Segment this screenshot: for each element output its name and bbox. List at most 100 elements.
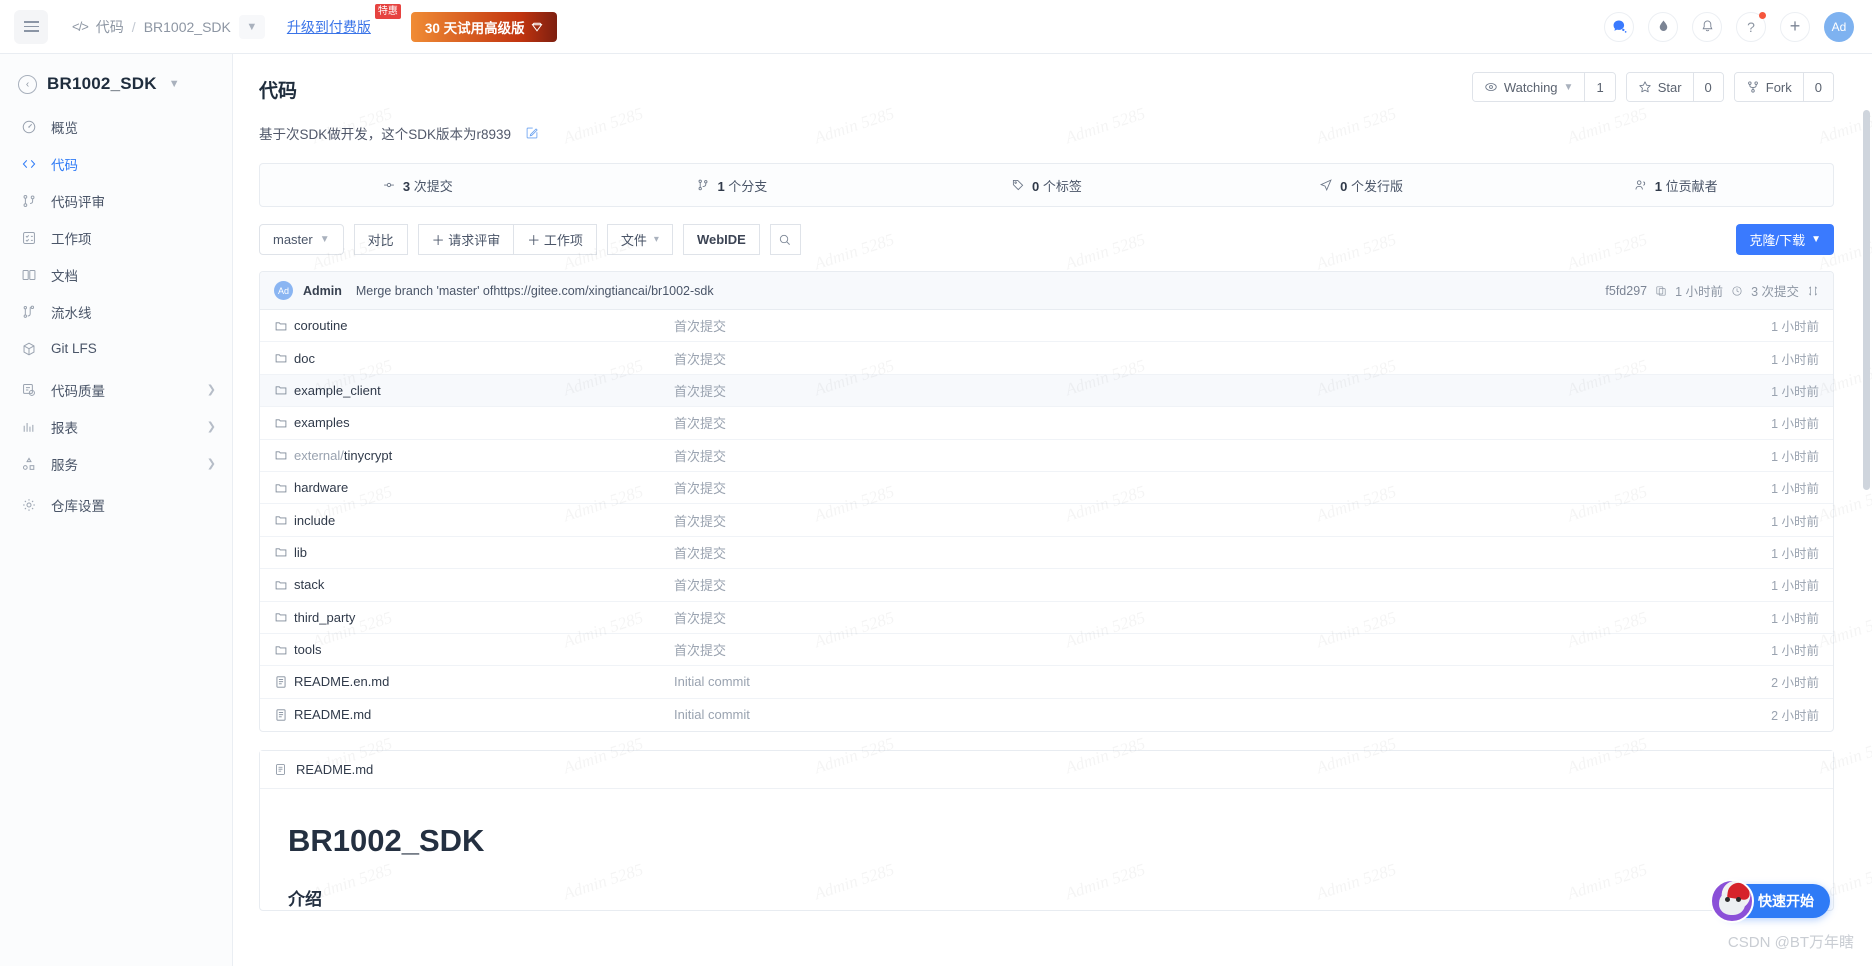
file-name[interactable]: hardware xyxy=(294,480,674,495)
file-name[interactable]: external/tinycrypt xyxy=(294,448,674,463)
commit-author[interactable]: Admin xyxy=(303,284,342,298)
commit-message[interactable]: Merge branch 'master' ofhttps://gitee.co… xyxy=(356,284,714,298)
chevron-right-icon[interactable]: ❯ xyxy=(207,457,216,470)
watching-button-main[interactable]: Watching ▼ xyxy=(1472,73,1585,101)
commit-count[interactable]: 3 次提交 xyxy=(1751,281,1799,300)
fork-button[interactable]: Fork 0 xyxy=(1733,72,1834,102)
sidebar-item-1[interactable]: 代码 xyxy=(0,145,232,182)
file-name[interactable]: stack xyxy=(294,577,674,592)
star-button-main[interactable]: Star xyxy=(1626,73,1693,101)
file-commit-message[interactable]: 首次提交 xyxy=(674,316,1771,335)
file-commit-message[interactable]: Initial commit xyxy=(674,674,1771,689)
new-pull-request-button[interactable]: ＋ 请求评审 xyxy=(417,224,515,255)
drop-icon[interactable] xyxy=(1648,11,1678,42)
file-name[interactable]: third_party xyxy=(294,610,674,625)
fork-count[interactable]: 0 xyxy=(1802,73,1833,101)
webide-button[interactable]: WebIDE xyxy=(682,224,760,255)
file-row[interactable]: tools 首次提交 1 小时前 xyxy=(260,634,1833,667)
watching-count[interactable]: 1 xyxy=(1584,73,1615,101)
fork-button-main[interactable]: Fork xyxy=(1734,73,1803,101)
avatar[interactable]: Ad xyxy=(1824,11,1854,42)
sidebar-item-6[interactable]: Git LFS xyxy=(0,330,232,367)
file-row[interactable]: stack 首次提交 1 小时前 xyxy=(260,569,1833,602)
breadcrumb-repo[interactable]: BR1002_SDK xyxy=(144,19,231,35)
file-name[interactable]: example_client xyxy=(294,383,674,398)
repo-stat-2[interactable]: 0 个标签 xyxy=(889,176,1204,195)
file-name[interactable]: README.md xyxy=(294,707,674,722)
bell-icon[interactable] xyxy=(1692,11,1722,42)
file-name[interactable]: doc xyxy=(294,351,674,366)
hamburger-icon[interactable] xyxy=(14,9,48,44)
trial-button[interactable]: 30 天试用高级版 xyxy=(410,11,557,42)
file-row[interactable]: example_client 首次提交 1 小时前 xyxy=(260,374,1833,408)
search-icon[interactable] xyxy=(769,224,801,255)
repo-stat-1[interactable]: 1 个分支 xyxy=(575,176,890,195)
repo-stat-4[interactable]: 1 位贡献者 xyxy=(1518,176,1833,195)
chevron-right-icon[interactable]: ❯ xyxy=(207,420,216,433)
plus-icon[interactable]: + xyxy=(1780,11,1810,42)
new-work-item-button[interactable]: ＋ 工作项 xyxy=(513,224,597,255)
file-commit-message[interactable]: 首次提交 xyxy=(674,640,1771,659)
file-name[interactable]: include xyxy=(294,513,674,528)
ai-chat-icon[interactable] xyxy=(1604,11,1634,42)
file-row[interactable]: lib 首次提交 1 小时前 xyxy=(260,537,1833,570)
repo-stat-3[interactable]: 0 个发行版 xyxy=(1204,176,1519,195)
file-commit-message[interactable]: 首次提交 xyxy=(674,381,1771,400)
clone-download-button[interactable]: 克隆/下载 ▼ xyxy=(1736,224,1834,255)
branch-selector[interactable]: master ▼ xyxy=(259,224,344,255)
star-button[interactable]: Star 0 xyxy=(1625,72,1724,102)
file-row[interactable]: doc 首次提交 1 小时前 xyxy=(260,342,1833,375)
file-commit-message[interactable]: 首次提交 xyxy=(674,446,1771,465)
file-row[interactable]: examples 首次提交 1 小时前 xyxy=(260,407,1833,440)
file-row[interactable]: external/tinycrypt 首次提交 1 小时前 xyxy=(260,440,1833,472)
file-row[interactable]: README.md Initial commit 2 小时前 xyxy=(260,699,1833,731)
help-icon[interactable]: ? xyxy=(1736,11,1766,42)
breadcrumb-code[interactable]: 代码 xyxy=(96,17,124,37)
file-name[interactable]: README.en.md xyxy=(294,674,674,689)
sidebar-item-9[interactable]: 服务 ❯ xyxy=(0,445,232,482)
file-row[interactable]: coroutine 首次提交 1 小时前 xyxy=(260,310,1833,343)
file-commit-message[interactable]: 首次提交 xyxy=(674,608,1771,627)
sidebar-item-label: 工作项 xyxy=(51,231,92,247)
file-commit-message[interactable]: 首次提交 xyxy=(674,478,1771,497)
copy-icon[interactable] xyxy=(1655,285,1667,297)
sidebar-item-8[interactable]: 报表 ❯ xyxy=(0,408,232,445)
chevron-right-icon[interactable]: ❯ xyxy=(207,383,216,396)
file-commit-message[interactable]: 首次提交 xyxy=(674,413,1771,432)
file-row[interactable]: hardware 首次提交 1 小时前 xyxy=(260,472,1833,505)
upgrade-link[interactable]: 升级到付费版 特惠 xyxy=(287,3,401,37)
commit-sha[interactable]: f5fd297 xyxy=(1605,284,1647,298)
file-commit-message[interactable]: 首次提交 xyxy=(674,543,1771,562)
files-dropdown[interactable]: 文件 ▾ xyxy=(606,224,673,255)
file-row[interactable]: third_party 首次提交 1 小时前 xyxy=(260,602,1833,634)
sidebar-item-10[interactable]: 仓库设置 xyxy=(0,486,232,523)
file-name[interactable]: tools xyxy=(294,642,674,657)
sidebar-item-2[interactable]: 代码评审 xyxy=(0,182,232,219)
file-commit-message[interactable]: 首次提交 xyxy=(674,511,1771,530)
sidebar-item-0[interactable]: 概览 xyxy=(0,108,232,145)
quick-start-fab[interactable]: 快速开始 xyxy=(1710,879,1830,923)
file-name[interactable]: coroutine xyxy=(294,318,674,333)
chevron-down-icon[interactable]: ▼ xyxy=(238,14,265,39)
readme-filename[interactable]: README.md xyxy=(296,762,373,777)
file-row[interactable]: README.en.md Initial commit 2 小时前 xyxy=(260,666,1833,699)
file-name[interactable]: lib xyxy=(294,545,674,560)
file-commit-message[interactable]: 首次提交 xyxy=(674,575,1771,594)
sort-icon[interactable] xyxy=(1807,285,1819,297)
sidebar-item-3[interactable]: 工作项 xyxy=(0,219,232,256)
star-count[interactable]: 0 xyxy=(1692,73,1723,101)
file-commit-message[interactable]: Initial commit xyxy=(674,707,1771,722)
repo-stat-0[interactable]: 3 次提交 xyxy=(260,176,575,195)
collapse-back-icon[interactable]: ‹ xyxy=(18,74,37,94)
sidebar-item-4[interactable]: 文档 xyxy=(0,256,232,293)
file-commit-message[interactable]: 首次提交 xyxy=(674,349,1771,368)
sidebar-item-7[interactable]: 代码质量 ❯ xyxy=(0,371,232,408)
compare-button[interactable]: 对比 xyxy=(353,224,408,255)
file-name[interactable]: examples xyxy=(294,415,674,430)
edit-icon[interactable] xyxy=(525,126,539,140)
file-row[interactable]: include 首次提交 1 小时前 xyxy=(260,504,1833,537)
chevron-down-icon[interactable]: ▼ xyxy=(169,78,180,90)
watching-button[interactable]: Watching ▼ 1 xyxy=(1471,72,1616,102)
sidebar-item-5[interactable]: 流水线 xyxy=(0,293,232,330)
scrollbar-thumb[interactable] xyxy=(1863,110,1870,490)
